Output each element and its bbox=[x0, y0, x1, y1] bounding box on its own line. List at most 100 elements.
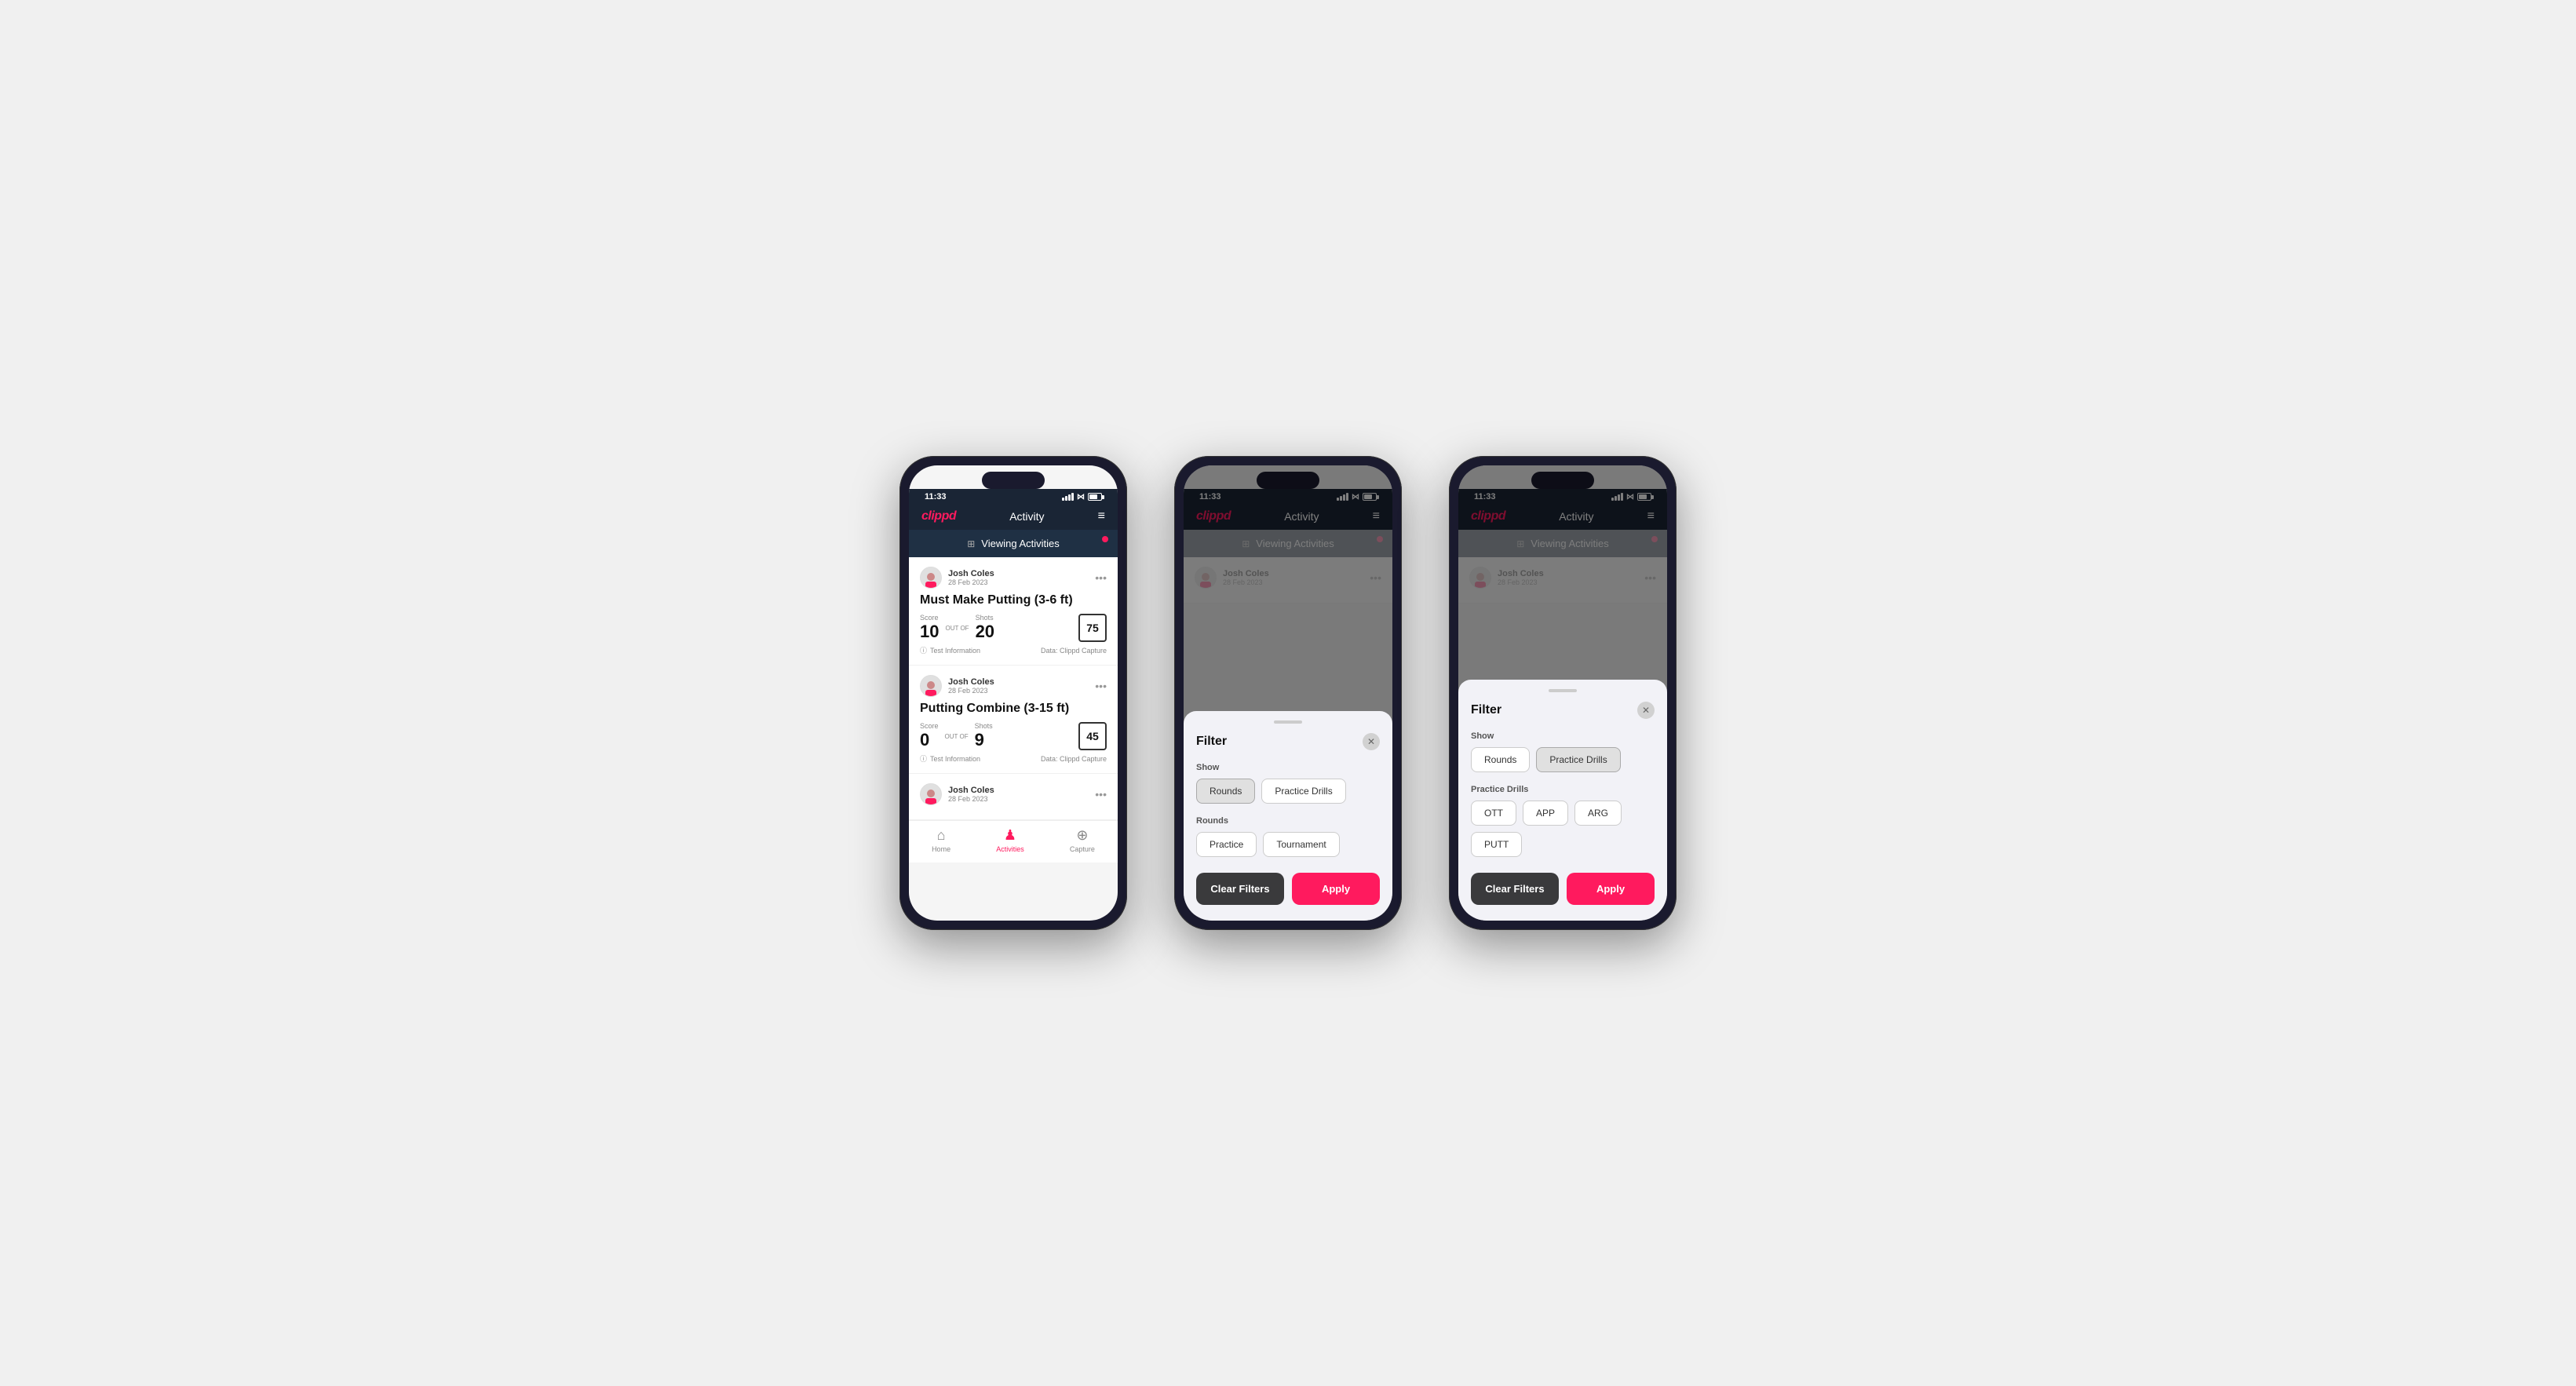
data-source-label: Data: Clippd Capture bbox=[1041, 647, 1107, 655]
activities-nav-label: Activities bbox=[996, 845, 1024, 853]
user-date: 28 Feb 2023 bbox=[948, 795, 994, 803]
filter-overlay[interactable]: Filter ✕ ShowRoundsPractice DrillsRounds… bbox=[1184, 465, 1392, 921]
show-section-label: Show bbox=[1196, 763, 1380, 772]
filter-title: Filter bbox=[1196, 735, 1227, 749]
phone-screen: 11:33 ⋈ clippd Activity ≡ ⊞ Viewing Acti… bbox=[909, 465, 1118, 921]
more-options-icon[interactable]: ••• bbox=[1095, 571, 1107, 584]
home-nav-label: Home bbox=[932, 845, 950, 853]
practice-drill-btn-app[interactable]: APP bbox=[1523, 801, 1568, 826]
filter-header: Filter ✕ bbox=[1471, 702, 1655, 719]
score-stat: Score 0 bbox=[920, 722, 939, 750]
clear-filters-button[interactable]: Clear Filters bbox=[1196, 873, 1284, 905]
phone-phone3: 11:33 ⋈ clippd Activity ≡ ⊞ Viewing Acti… bbox=[1449, 456, 1677, 930]
show-filter-buttons: RoundsPractice Drills bbox=[1471, 747, 1655, 772]
shots-stat: Shots 9 bbox=[975, 722, 993, 750]
info-icon: ⓘ bbox=[920, 753, 927, 764]
apply-button[interactable]: Apply bbox=[1567, 873, 1655, 905]
user-details: Josh Coles 28 Feb 2023 bbox=[948, 786, 994, 803]
shot-quality-badge: 75 bbox=[1078, 614, 1107, 642]
more-options-icon[interactable]: ••• bbox=[1095, 788, 1107, 801]
user-date: 28 Feb 2023 bbox=[948, 687, 994, 695]
rounds-filter-btn-practice[interactable]: Practice bbox=[1196, 832, 1257, 857]
content-wrapper: ⊞ Viewing Activities Josh Coles bbox=[909, 530, 1118, 863]
info-icon: ⓘ bbox=[920, 645, 927, 655]
shot-quality-value: 45 bbox=[1086, 730, 1099, 742]
test-info[interactable]: ⓘ Test Information bbox=[920, 753, 980, 764]
show-filter-buttons: RoundsPractice Drills bbox=[1196, 779, 1380, 804]
avatar bbox=[920, 783, 942, 805]
show-section-label: Show bbox=[1471, 731, 1655, 741]
nav-title: Activity bbox=[1009, 510, 1044, 523]
phone-screen: 11:33 ⋈ clippd Activity ≡ ⊞ Viewing Acti… bbox=[1184, 465, 1392, 921]
activity-item[interactable]: Josh Coles 28 Feb 2023 ••• Putting Combi… bbox=[909, 666, 1118, 774]
score-label: Score bbox=[920, 722, 939, 730]
user-details: Josh Coles 28 Feb 2023 bbox=[948, 569, 994, 586]
user-name: Josh Coles bbox=[948, 786, 994, 795]
show-filter-btn-rounds[interactable]: Rounds bbox=[1196, 779, 1255, 804]
filter-icon: ⊞ bbox=[967, 538, 975, 549]
filter-header: Filter ✕ bbox=[1196, 733, 1380, 750]
close-button[interactable]: ✕ bbox=[1363, 733, 1380, 750]
score-label: Score bbox=[920, 614, 939, 622]
filter-title: Filter bbox=[1471, 703, 1501, 717]
close-button[interactable]: ✕ bbox=[1637, 702, 1655, 719]
rounds-filter-btn-tournament[interactable]: Tournament bbox=[1263, 832, 1339, 857]
test-info-label: Test Information bbox=[930, 755, 980, 763]
filter-overlay[interactable]: Filter ✕ Show RoundsPractice DrillsPracti… bbox=[1458, 465, 1667, 921]
activities-nav-icon: ♟ bbox=[1004, 827, 1016, 844]
practice-drills-filter-buttons: OTT APPARG PUTT bbox=[1471, 801, 1655, 857]
sheet-handle bbox=[1274, 720, 1302, 724]
score-value: 0 bbox=[920, 730, 939, 750]
show-filter-btn-rounds[interactable]: Rounds bbox=[1471, 747, 1530, 772]
user-date: 28 Feb 2023 bbox=[948, 578, 994, 586]
user-info: Josh Coles 28 Feb 2023 bbox=[920, 783, 994, 805]
avatar bbox=[920, 675, 942, 697]
stats-row: Score 0 OUT OF Shots 9 45 bbox=[920, 722, 1107, 750]
score-stat: Score 10 bbox=[920, 614, 939, 642]
bottom-nav-item-capture[interactable]: ⊕ Capture bbox=[1070, 827, 1095, 853]
wifi-icon: ⋈ bbox=[1077, 493, 1085, 502]
home-nav-icon: ⌂ bbox=[937, 827, 946, 844]
sheet-handle bbox=[1549, 689, 1577, 692]
phone-screen: 11:33 ⋈ clippd Activity ≡ ⊞ Viewing Acti… bbox=[1458, 465, 1667, 921]
user-details: Josh Coles 28 Feb 2023 bbox=[948, 677, 994, 695]
user-info: Josh Coles 28 Feb 2023 bbox=[920, 675, 994, 697]
shots-value: 9 bbox=[975, 730, 993, 750]
activity-footer: ⓘ Test Information Data: Clippd Capture bbox=[920, 753, 1107, 764]
out-of-label: OUT OF bbox=[945, 625, 969, 632]
apply-button[interactable]: Apply bbox=[1292, 873, 1380, 905]
activity-item[interactable]: Josh Coles 28 Feb 2023 ••• bbox=[909, 774, 1118, 820]
filter-sheet: Filter ✕ ShowRoundsPractice DrillsRounds… bbox=[1184, 711, 1392, 921]
shots-value: 20 bbox=[976, 622, 994, 642]
avatar bbox=[920, 567, 942, 589]
activity-item[interactable]: Josh Coles 28 Feb 2023 ••• Must Make Put… bbox=[909, 557, 1118, 666]
practice-drill-btn-putt[interactable]: PUTT bbox=[1471, 832, 1522, 857]
rounds-section-label: Rounds bbox=[1196, 816, 1380, 826]
status-icons: ⋈ bbox=[1062, 493, 1102, 502]
filter-sheet: Filter ✕ Show RoundsPractice DrillsPracti… bbox=[1458, 680, 1667, 921]
show-filter-btn-practice-drills[interactable]: Practice Drills bbox=[1536, 747, 1620, 772]
show-filter-btn-practice-drills[interactable]: Practice Drills bbox=[1261, 779, 1345, 804]
clear-filters-button[interactable]: Clear Filters bbox=[1471, 873, 1559, 905]
bottom-nav-item-activities[interactable]: ♟ Activities bbox=[996, 827, 1024, 853]
user-name: Josh Coles bbox=[948, 569, 994, 578]
viewing-banner[interactable]: ⊞ Viewing Activities bbox=[909, 530, 1118, 557]
bottom-nav-item-home[interactable]: ⌂ Home bbox=[932, 827, 950, 853]
capture-nav-icon: ⊕ bbox=[1076, 827, 1088, 844]
scene: 11:33 ⋈ clippd Activity ≡ ⊞ Viewing Acti… bbox=[852, 409, 1724, 977]
hamburger-icon[interactable]: ≡ bbox=[1098, 509, 1105, 523]
status-bar: 11:33 ⋈ bbox=[909, 489, 1118, 503]
practice-drill-btn-ott[interactable]: OTT bbox=[1471, 801, 1516, 826]
status-time: 11:33 bbox=[925, 492, 947, 502]
user-info: Josh Coles 28 Feb 2023 bbox=[920, 567, 994, 589]
phone-phone1: 11:33 ⋈ clippd Activity ≡ ⊞ Viewing Acti… bbox=[899, 456, 1127, 930]
shots-label: Shots bbox=[975, 722, 993, 730]
viewing-banner-text: Viewing Activities bbox=[981, 538, 1059, 549]
practice-drill-btn-arg[interactable]: ARG bbox=[1574, 801, 1622, 826]
shots-label: Shots bbox=[976, 614, 994, 622]
test-info[interactable]: ⓘ Test Information bbox=[920, 645, 980, 655]
activity-list: Josh Coles 28 Feb 2023 ••• Must Make Put… bbox=[909, 557, 1118, 820]
activity-title: Putting Combine (3-15 ft) bbox=[920, 702, 1107, 716]
more-options-icon[interactable]: ••• bbox=[1095, 680, 1107, 692]
activity-header: Josh Coles 28 Feb 2023 ••• bbox=[920, 675, 1107, 697]
